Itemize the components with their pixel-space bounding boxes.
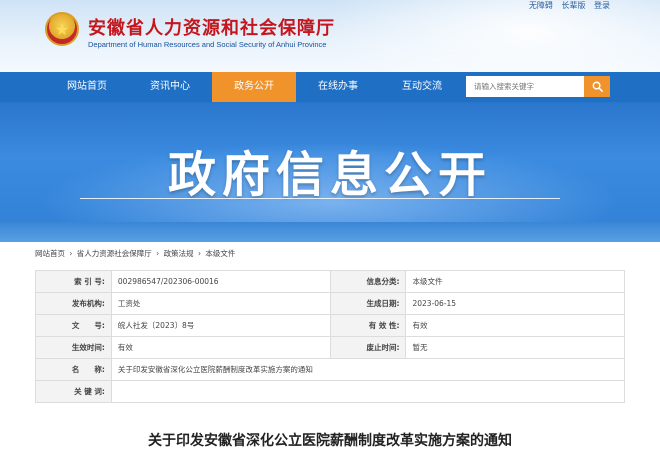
document-title: 关于印发安徽省深化公立医院薪酬制度改革实施方案的通知 bbox=[148, 433, 512, 449]
table-row: 名 称: 关于印发安徽省深化公立医院薪酬制度改革实施方案的通知 bbox=[35, 358, 626, 381]
meta-value-category: 本级文件 bbox=[405, 270, 625, 293]
nav-item-interaction[interactable]: 互动交流 bbox=[380, 72, 464, 102]
breadcrumb-home[interactable]: 网站首页 bbox=[35, 249, 65, 258]
meta-value-effective: 有效 bbox=[110, 336, 331, 359]
breadcrumb-separator: › bbox=[69, 249, 73, 258]
main-content: 网站首页 › 省人力资源社会保障厅 › 政策法规 › 本级文件 索 引 号: 0… bbox=[35, 242, 626, 456]
meta-value-validity: 有效 bbox=[405, 314, 625, 337]
meta-label-keywords: 关 键 词: bbox=[35, 380, 112, 403]
meta-label-validity: 有 效 性: bbox=[329, 314, 407, 337]
search-button[interactable] bbox=[584, 76, 610, 97]
table-row: 发布机构: 工资处 生成日期: 2023-06-15 bbox=[35, 292, 625, 315]
meta-value-publisher: 工资处 bbox=[110, 292, 331, 315]
page-banner: 政府信息公开 bbox=[0, 102, 660, 242]
nav-item-gov-info[interactable]: 政务公开 bbox=[212, 72, 296, 102]
breadcrumb-department[interactable]: 省人力资源社会保障厅 bbox=[77, 249, 152, 258]
elderly-mode-link[interactable]: 长辈版 bbox=[561, 1, 585, 10]
breadcrumb-current[interactable]: 本级文件 bbox=[205, 249, 235, 258]
banner-bottom-band bbox=[0, 222, 660, 242]
nav-item-online-service[interactable]: 在线办事 bbox=[296, 72, 380, 102]
meta-label-effective: 生效时间: bbox=[35, 336, 112, 359]
meta-value-date: 2023-06-15 bbox=[405, 292, 625, 315]
meta-label-name: 名 称: bbox=[35, 358, 112, 381]
meta-value-keywords bbox=[110, 380, 626, 403]
meta-label-publisher: 发布机构: bbox=[35, 292, 112, 315]
meta-value-name: 关于印发安徽省深化公立医院薪酬制度改革实施方案的通知 bbox=[110, 358, 626, 381]
table-row: 文 号: 皖人社发〔2023〕8号 有 效 性: 有效 bbox=[35, 314, 625, 337]
breadcrumb-policy[interactable]: 政策法规 bbox=[164, 249, 194, 258]
top-links: 无障碍 长辈版 登录 bbox=[523, 0, 610, 11]
national-emblem-icon: ★ bbox=[45, 12, 79, 46]
nav-item-home[interactable]: 网站首页 bbox=[45, 72, 129, 102]
site-subtitle: Department of Human Resources and Social… bbox=[88, 40, 327, 49]
banner-title: 政府信息公开 bbox=[167, 147, 492, 203]
table-row: 关 键 词: bbox=[35, 380, 626, 403]
meta-value-repeal: 暂无 bbox=[405, 336, 625, 359]
document-meta-table: 索 引 号: 002986547/202306-00016 信息分类: 本级文件… bbox=[35, 270, 626, 403]
table-row: 生效时间: 有效 废止时间: 暂无 bbox=[35, 336, 625, 359]
accessibility-link[interactable]: 无障碍 bbox=[529, 1, 553, 10]
meta-label-date: 生成日期: bbox=[329, 292, 407, 315]
site-header: ★ 安徽省人力资源和社会保障厅 Department of Human Reso… bbox=[0, 0, 660, 72]
meta-label-index: 索 引 号: bbox=[35, 270, 112, 293]
login-link[interactable]: 登录 bbox=[594, 1, 610, 10]
meta-value-doc-number: 皖人社发〔2023〕8号 bbox=[110, 314, 331, 337]
meta-value-index: 002986547/202306-00016 bbox=[110, 270, 331, 293]
meta-label-repeal: 废止时间: bbox=[329, 336, 407, 359]
search-input[interactable] bbox=[466, 76, 584, 97]
table-row: 索 引 号: 002986547/202306-00016 信息分类: 本级文件 bbox=[35, 270, 625, 293]
site-title[interactable]: 安徽省人力资源和社会保障厅 bbox=[88, 14, 335, 40]
nav-item-news[interactable]: 资讯中心 bbox=[128, 72, 212, 102]
search-icon bbox=[592, 81, 603, 92]
breadcrumb-separator: › bbox=[156, 249, 160, 258]
breadcrumb: 网站首页 › 省人力资源社会保障厅 › 政策法规 › 本级文件 bbox=[35, 248, 237, 259]
meta-label-category: 信息分类: bbox=[329, 270, 407, 293]
breadcrumb-separator: › bbox=[197, 249, 201, 258]
banner-divider bbox=[80, 198, 560, 199]
meta-label-doc-number: 文 号: bbox=[35, 314, 112, 337]
